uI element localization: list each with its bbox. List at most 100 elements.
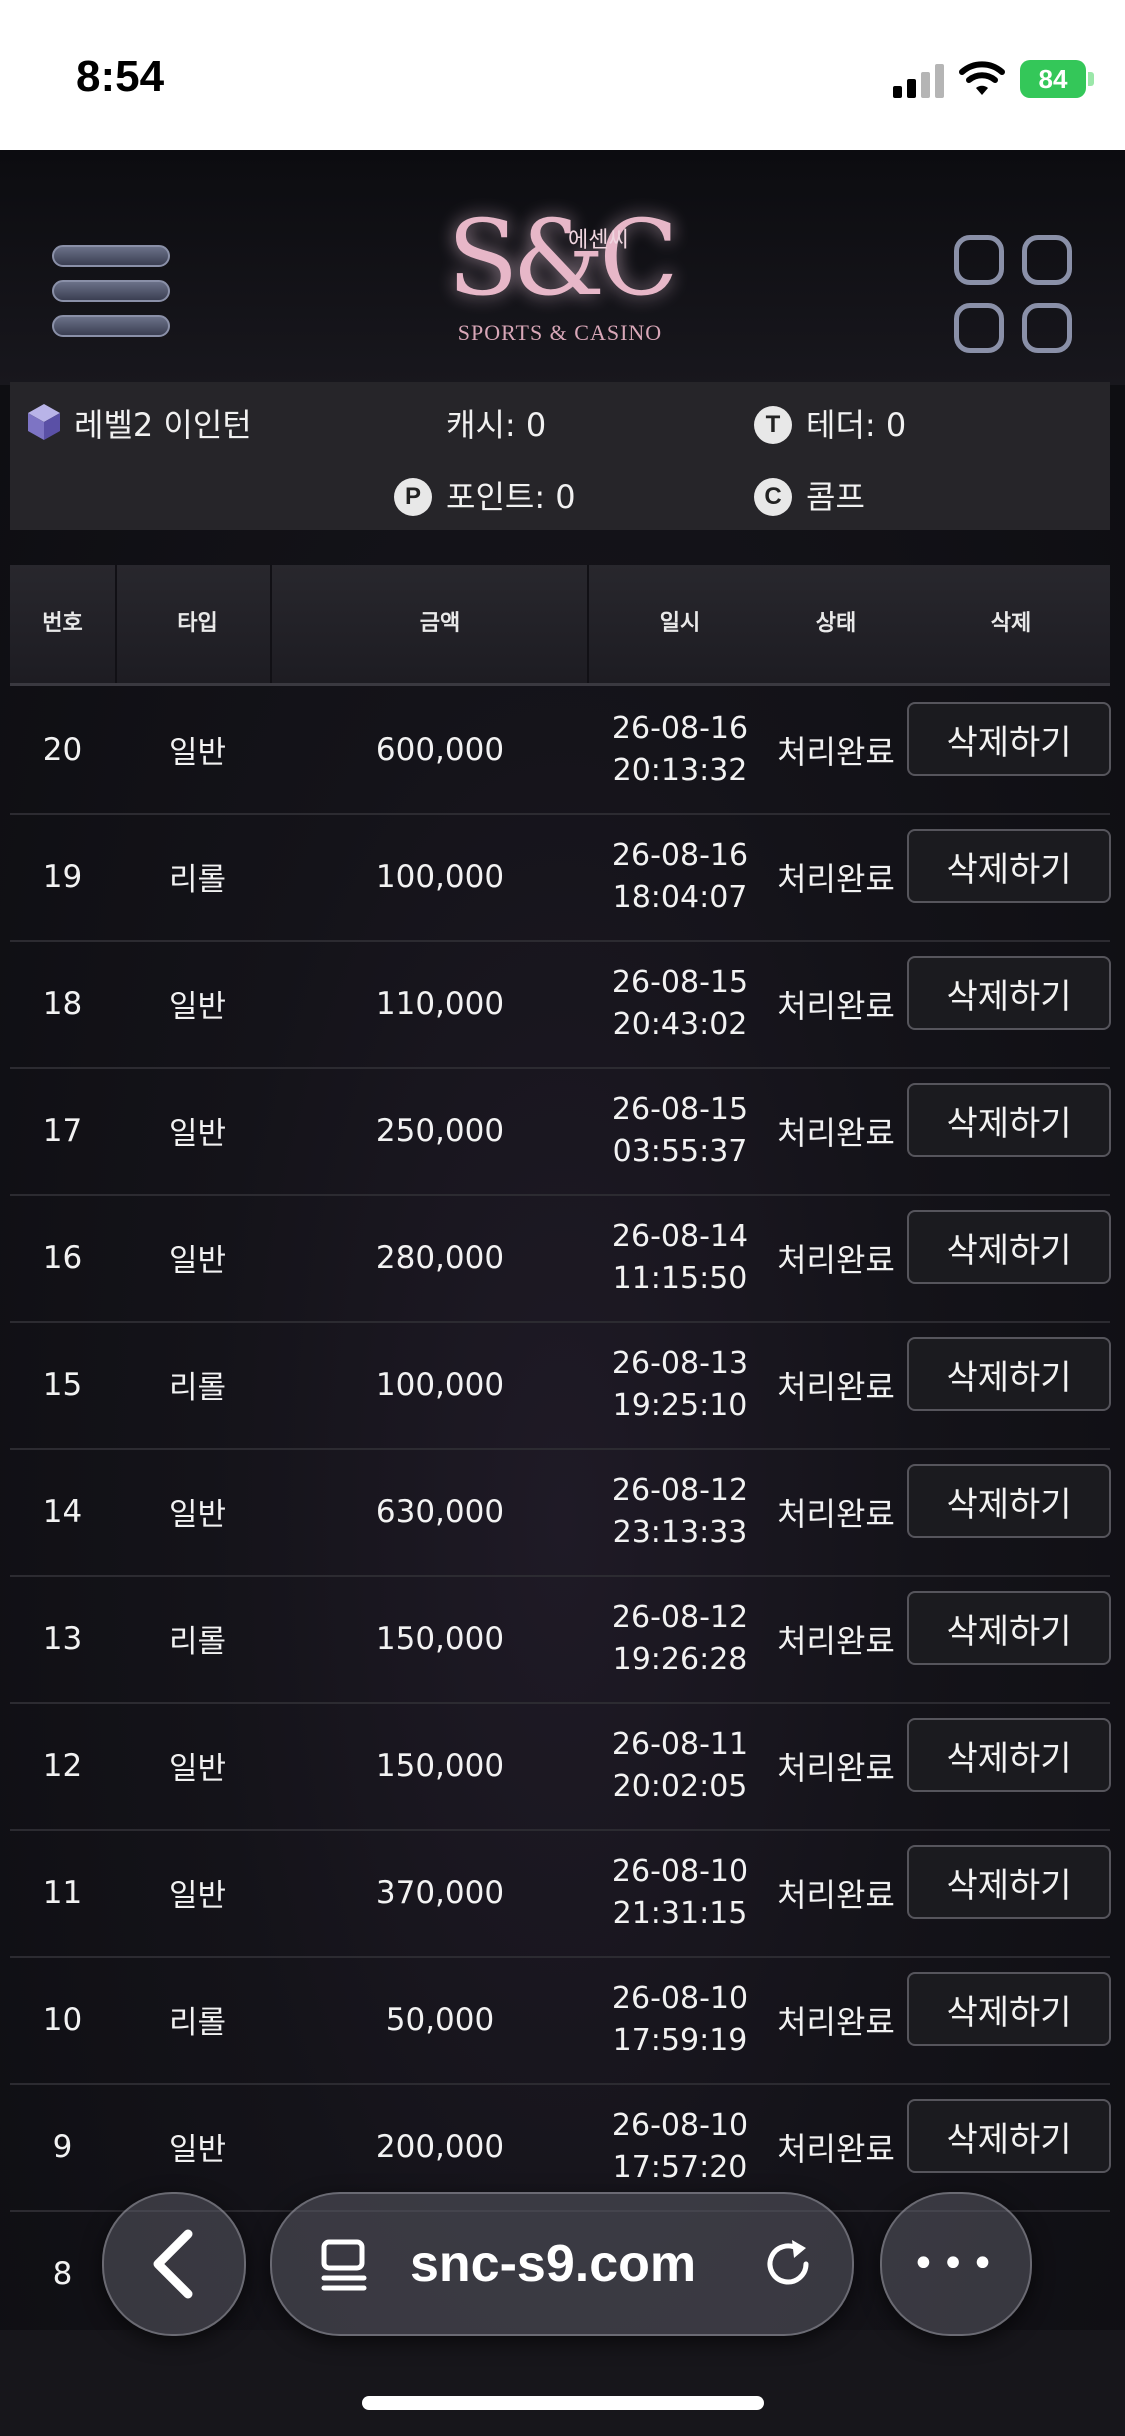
row-time: 21:31:15 — [612, 1895, 748, 1931]
row-type: 리롤 — [168, 862, 227, 898]
table-row: 14 일반 630,000 26-08-12 23:13:33 처리완료 삭제하기 — [10, 1448, 1111, 1577]
row-date: 26-08-16 — [611, 837, 749, 873]
row-time: 20:43:02 — [612, 1006, 748, 1042]
header-type: 타입 — [177, 611, 218, 636]
row-date: 26-08-15 — [611, 964, 749, 1000]
row-amount: 370,000 — [375, 1874, 505, 1911]
delete-button[interactable]: 삭제하기 — [907, 1845, 1111, 1919]
site-logo[interactable]: S&C 에센씨 SPORTS & CASINO — [440, 170, 680, 380]
row-type: 일반 — [168, 1243, 227, 1279]
delete-button[interactable]: 삭제하기 — [907, 2099, 1111, 2173]
row-datetime: 26-08-12 19:26:28 — [600, 1575, 760, 1702]
row-no: 20 — [42, 731, 83, 768]
row-amount: 150,000 — [375, 1620, 505, 1657]
home-indicator — [362, 2396, 764, 2410]
row-datetime: 26-08-12 23:13:33 — [600, 1448, 760, 1575]
row-time: 19:26:28 — [612, 1641, 748, 1677]
row-no: 17 — [42, 1112, 83, 1149]
delete-button[interactable]: 삭제하기 — [907, 1464, 1111, 1538]
more-options-button[interactable]: ••• — [880, 2192, 1032, 2336]
row-amount: 100,000 — [375, 1366, 505, 1403]
table-header: 번호 타입 금액 일시 상태 삭제 — [10, 565, 1110, 686]
row-datetime: 26-08-13 19:25:10 — [600, 1321, 760, 1448]
delete-button[interactable]: 삭제하기 — [907, 1972, 1111, 2046]
row-time: 20:02:05 — [612, 1768, 748, 1804]
row-no: 10 — [42, 2001, 83, 2038]
logo-mark: S&C — [447, 197, 678, 319]
grid-menu-icon[interactable] — [954, 235, 1072, 353]
row-date: 26-08-14 — [611, 1218, 749, 1254]
row-status: 처리완료 — [777, 859, 895, 898]
account-comp[interactable]: 콤프 — [806, 472, 865, 518]
row-datetime: 26-08-15 03:55:37 — [600, 1067, 760, 1194]
delete-button[interactable]: 삭제하기 — [907, 702, 1111, 776]
table-row: 18 일반 110,000 26-08-15 20:43:02 처리완료 삭제하기 — [10, 940, 1111, 1069]
row-status: 처리완료 — [777, 1240, 895, 1279]
row-amount: 200,000 — [375, 2128, 505, 2165]
address-bar[interactable]: snc-s9.com — [270, 2192, 854, 2336]
row-date: 26-08-10 — [611, 2107, 749, 2143]
more-dots-icon: ••• — [911, 2241, 1001, 2287]
back-button[interactable] — [102, 2192, 246, 2336]
row-type: 일반 — [168, 1878, 227, 1914]
row-time: 11:15:50 — [612, 1260, 748, 1296]
points-icon: P — [394, 478, 432, 516]
row-type: 일반 — [168, 735, 227, 771]
row-date: 26-08-12 — [611, 1599, 749, 1635]
battery-indicator: 84 — [1020, 60, 1086, 98]
row-status: 처리완료 — [777, 986, 895, 1025]
account-tether: 테더: 0 — [806, 406, 907, 444]
row-time: 17:59:19 — [612, 2022, 748, 2058]
hamburger-menu-icon[interactable] — [52, 245, 170, 337]
header-amount: 금액 — [419, 611, 461, 636]
row-no: 14 — [42, 1493, 83, 1530]
row-date: 26-08-16 — [611, 710, 749, 746]
row-date: 26-08-13 — [611, 1345, 749, 1381]
row-time: 19:25:10 — [612, 1387, 748, 1423]
row-amount: 600,000 — [375, 731, 505, 768]
row-type: 일반 — [168, 2132, 227, 2168]
comp-icon: C — [754, 478, 792, 516]
delete-button[interactable]: 삭제하기 — [907, 829, 1111, 903]
row-amount: 50,000 — [385, 2001, 495, 2038]
account-info-bar: 레벨2 이인턴 캐시: 0 T 테더: 0 P 포인트: 0 C 콤프 — [10, 382, 1110, 530]
row-status: 처리완료 — [777, 732, 895, 771]
row-type: 리롤 — [168, 1370, 227, 1406]
delete-button[interactable]: 삭제하기 — [907, 956, 1111, 1030]
row-status: 처리완료 — [777, 1875, 895, 1914]
row-datetime: 26-08-14 11:15:50 — [600, 1194, 760, 1321]
status-time: 8:54 — [76, 52, 165, 101]
row-type: 일반 — [168, 989, 227, 1025]
row-datetime: 26-08-16 18:04:07 — [600, 813, 760, 940]
row-type: 일반 — [168, 1497, 227, 1533]
row-time: 03:55:37 — [612, 1133, 748, 1169]
site-header: S&C 에센씨 SPORTS & CASINO — [0, 150, 1125, 385]
row-date: 26-08-15 — [611, 1091, 749, 1127]
delete-button[interactable]: 삭제하기 — [907, 1591, 1111, 1665]
wifi-icon — [959, 61, 1005, 95]
account-level: 레벨2 이인턴 — [74, 406, 252, 444]
row-type: 일반 — [168, 1116, 227, 1152]
row-time: 20:13:32 — [612, 752, 748, 788]
row-status: 처리완료 — [777, 1367, 895, 1406]
table-row: 16 일반 280,000 26-08-14 11:15:50 처리완료 삭제하기 — [10, 1194, 1111, 1323]
reload-icon[interactable] — [760, 2236, 816, 2292]
delete-button[interactable]: 삭제하기 — [907, 1083, 1111, 1157]
row-datetime: 26-08-15 20:43:02 — [600, 940, 760, 1067]
row-datetime: 26-08-16 20:13:32 — [600, 686, 760, 813]
delete-button[interactable]: 삭제하기 — [907, 1337, 1111, 1411]
row-amount: 110,000 — [375, 985, 505, 1022]
table-row: 12 일반 150,000 26-08-11 20:02:05 처리완료 삭제하기 — [10, 1702, 1111, 1831]
row-time: 18:04:07 — [612, 879, 748, 915]
status-bar: 8:54 84 — [0, 0, 1125, 150]
table-row: 17 일반 250,000 26-08-15 03:55:37 처리완료 삭제하기 — [10, 1067, 1111, 1196]
account-points: 포인트: 0 — [446, 478, 576, 516]
row-status: 처리완료 — [777, 1621, 895, 1660]
delete-button[interactable]: 삭제하기 — [907, 1718, 1111, 1792]
row-status: 처리완료 — [777, 1748, 895, 1787]
row-no: 18 — [42, 985, 83, 1022]
row-datetime: 26-08-10 17:57:20 — [600, 2083, 760, 2210]
table-row: 10 리롤 50,000 26-08-10 17:59:19 처리완료 삭제하기 — [10, 1956, 1111, 2085]
delete-button[interactable]: 삭제하기 — [907, 1210, 1111, 1284]
logo-korean-text: 에센씨 — [568, 228, 629, 253]
